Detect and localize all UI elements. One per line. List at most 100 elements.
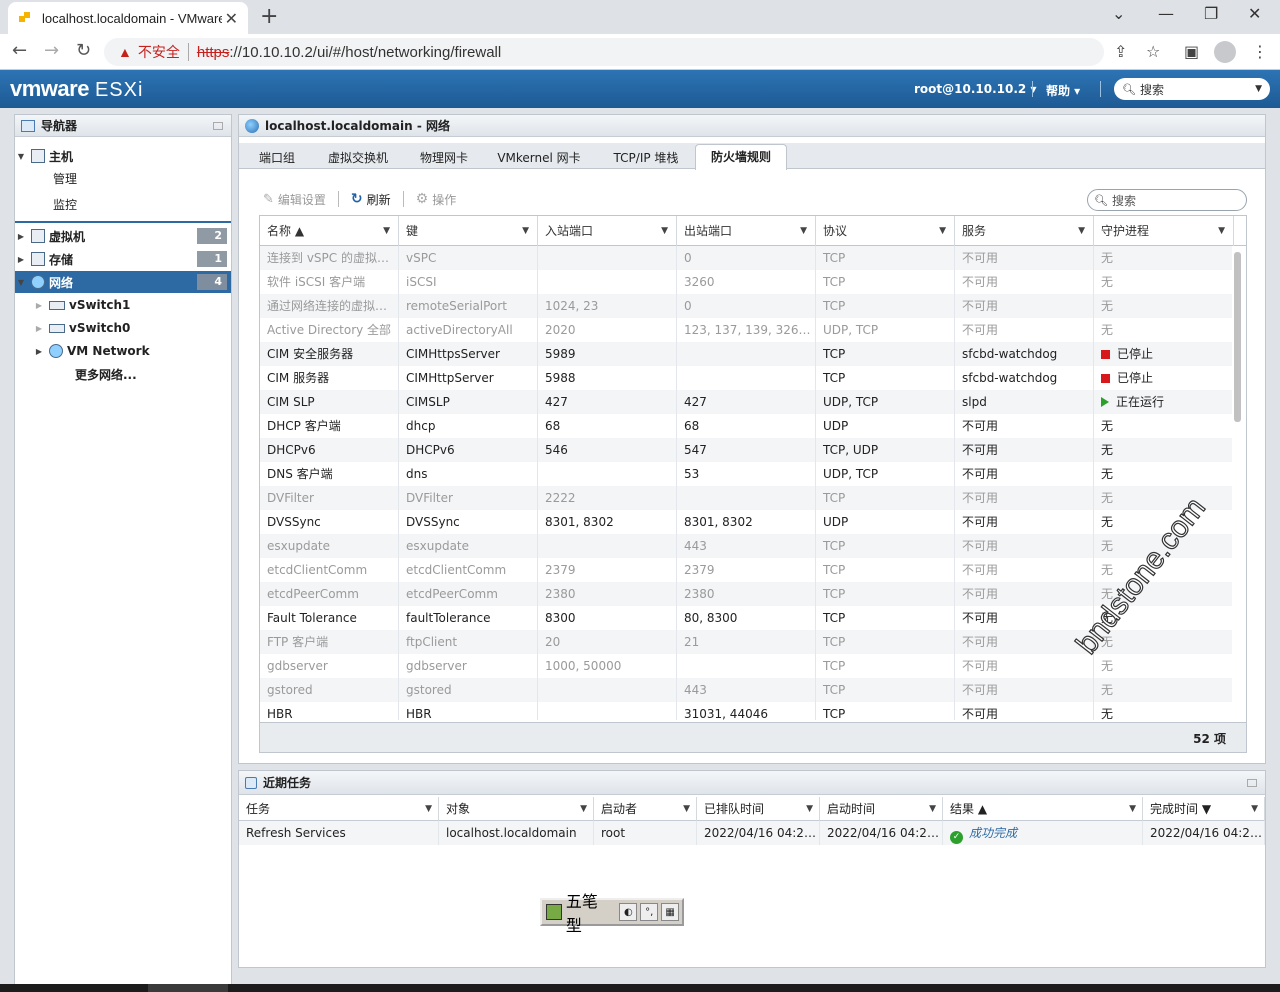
- column-header-daemon[interactable]: 守护进程 ▼: [1094, 216, 1234, 246]
- tab-search-icon[interactable]: ⌄: [1112, 4, 1125, 23]
- tasks-column-initiator[interactable]: 启动者 ▼: [594, 797, 697, 821]
- expand-right-icon[interactable]: ▶: [33, 347, 45, 356]
- bookmark-star-icon[interactable]: ☆: [1146, 42, 1160, 61]
- table-row[interactable]: gdbserver gdbserver 1000, 50000 TCP 不可用无: [260, 654, 1232, 678]
- nav-more-networks[interactable]: 更多网络...: [15, 363, 231, 385]
- chevron-down-icon[interactable]: ▼: [800, 216, 807, 246]
- actions-button[interactable]: ⚙ 操作: [416, 191, 457, 208]
- column-header-out[interactable]: 出站端口 ▼: [677, 216, 816, 246]
- table-row[interactable]: CIM 服务器 CIMHttpServer 5988 TCP sfcbd-watchdo…: [260, 366, 1232, 390]
- table-row[interactable]: 连接到 vSPC 的虚拟机串行端口vSPC 0TCP不可用无: [260, 246, 1232, 270]
- tab-firewall-rules[interactable]: 防火墙规则: [695, 144, 787, 170]
- reload-icon[interactable]: ↻: [76, 40, 91, 61]
- table-row[interactable]: DHCP 客户端 dhcp 68 68 UDP 不可用无: [260, 414, 1232, 438]
- chevron-down-icon[interactable]: ▼: [1078, 216, 1085, 246]
- column-header-key[interactable]: 键 ▼: [399, 216, 538, 246]
- tab-physical-nics[interactable]: 物理网卡: [413, 147, 475, 169]
- expand-right-icon[interactable]: ▶: [33, 324, 45, 333]
- back-icon[interactable]: ←: [12, 40, 27, 61]
- column-header-svc[interactable]: 服务 ▼: [955, 216, 1094, 246]
- table-row[interactable]: HBR HBR 31031, 44046 TCP 不可用无: [260, 702, 1232, 720]
- chevron-down-icon[interactable]: ▼: [580, 797, 587, 821]
- column-header-name[interactable]: 名称 ▲ ▼: [260, 216, 399, 246]
- user-menu[interactable]: root@10.10.10.2 ▾: [914, 82, 1036, 96]
- tab-port-groups[interactable]: 端口组: [251, 147, 303, 169]
- edit-settings-button[interactable]: ✎ 编辑设置: [263, 191, 326, 208]
- table-row[interactable]: DVSSync DVSSync 8301, 8302 8301, 8302 UDP 不可用…: [260, 510, 1232, 534]
- nav-vswitch0[interactable]: ▶ vSwitch0: [15, 317, 231, 339]
- tab-vmkernel-nics[interactable]: VMkernel 网卡: [493, 147, 585, 169]
- minimize-icon[interactable]: —: [1158, 4, 1174, 23]
- nav-storage[interactable]: ▶ 存储 1: [15, 248, 231, 270]
- table-row[interactable]: gstored gstored 443 TCP 不可用无: [260, 678, 1232, 702]
- share-icon[interactable]: ⇪: [1114, 42, 1127, 61]
- tasks-column-result[interactable]: 结果 ▲ ▼: [943, 797, 1143, 821]
- expand-right-icon[interactable]: ▶: [15, 255, 27, 264]
- close-tab-icon[interactable]: ✕: [225, 9, 238, 28]
- header-search[interactable]: 🔍︎ 搜索 ▼: [1114, 78, 1270, 100]
- collapse-icon[interactable]: [213, 121, 223, 130]
- taskbar-button[interactable]: [148, 984, 228, 992]
- nav-manage[interactable]: 管理: [15, 167, 231, 189]
- chevron-down-icon[interactable]: ▼: [383, 216, 390, 246]
- nav-host[interactable]: ▼ 主机: [15, 145, 231, 167]
- table-row[interactable]: etcdPeerComm etcdPeerComm 2380 2380 TCP 不可用无: [260, 582, 1232, 606]
- expand-right-icon[interactable]: ▶: [33, 301, 45, 310]
- chevron-down-icon[interactable]: ▼: [683, 797, 690, 821]
- column-header-proto[interactable]: 协议 ▼: [816, 216, 955, 246]
- firewall-search-input[interactable]: 🔍︎ 搜索: [1087, 189, 1247, 211]
- table-row[interactable]: esxupdate esxupdate 443 TCP 不可用无: [260, 534, 1232, 558]
- chevron-down-icon[interactable]: ▼: [1218, 216, 1225, 246]
- sidebar-icon[interactable]: ▣: [1184, 42, 1199, 61]
- table-row[interactable]: CIM SLP CIMSLP 427 427 UDP, TCP slpd 正在运行: [260, 390, 1232, 414]
- close-window-icon[interactable]: ✕: [1248, 4, 1261, 23]
- chevron-down-icon[interactable]: ▼: [522, 216, 529, 246]
- chevron-down-icon[interactable]: ▼: [425, 797, 432, 821]
- nav-vswitch1[interactable]: ▶ vSwitch1: [15, 294, 231, 316]
- vertical-scrollbar[interactable]: [1234, 252, 1242, 722]
- table-row[interactable]: CIM 安全服务器 CIMHttpsServer 5989 TCP sfcbd-watc…: [260, 342, 1232, 366]
- tab-tcpip-stacks[interactable]: TCP/IP 堆栈: [605, 147, 687, 169]
- chevron-down-icon[interactable]: ▼: [939, 216, 946, 246]
- table-row[interactable]: DNS 客户端 dns 53 UDP, TCP 不可用无: [260, 462, 1232, 486]
- chevron-down-icon[interactable]: ▼: [1129, 797, 1136, 821]
- url-box[interactable]: ▲ 不安全 https ://10.10.10.2/ui/#/host/netw…: [104, 38, 1104, 66]
- nav-networking[interactable]: ▼ 网络 4: [15, 271, 231, 293]
- tasks-column-target[interactable]: 对象 ▼: [439, 797, 594, 821]
- tasks-column-task[interactable]: 任务 ▼: [239, 797, 439, 821]
- collapse-icon[interactable]: [1247, 778, 1257, 787]
- help-menu[interactable]: 帮助 ▾: [1046, 82, 1080, 99]
- table-row[interactable]: Refresh Services localhost.localdomain roo…: [239, 821, 1265, 845]
- nav-vm-network[interactable]: ▶ VM Network: [15, 340, 231, 362]
- menu-icon[interactable]: ⋮: [1252, 42, 1268, 61]
- nav-vms[interactable]: ▶ 虚拟机 2: [15, 225, 231, 247]
- table-row[interactable]: 通过网络连接的虚拟机串行端口remoteSerialPort1024, 230T…: [260, 294, 1232, 318]
- half-width-icon[interactable]: ◐: [619, 903, 638, 921]
- chevron-down-icon[interactable]: ▼: [1251, 797, 1258, 821]
- table-row[interactable]: DVFilter DVFilter 2222 TCP 不可用无: [260, 486, 1232, 510]
- new-tab-icon[interactable]: +: [260, 4, 278, 29]
- punctuation-icon[interactable]: °,: [640, 903, 659, 921]
- tasks-column-completed[interactable]: 完成时间 ▼ ▼: [1143, 797, 1265, 821]
- table-row[interactable]: etcdClientComm etcdClientComm 2379 2379 TCP 不…: [260, 558, 1232, 582]
- table-row[interactable]: Active Directory 全部 activeDirectoryAll 202…: [260, 318, 1232, 342]
- column-header-in[interactable]: 入站端口 ▼: [538, 216, 677, 246]
- ime-toolbar[interactable]: 五笔型 ◐ °, ▦: [540, 892, 684, 935]
- expand-right-icon[interactable]: ▶: [15, 232, 27, 241]
- scrollbar-thumb[interactable]: [1234, 252, 1241, 422]
- table-row[interactable]: 软件 iSCSI 客户端 iSCSI 3260 TCP 不可用无: [260, 270, 1232, 294]
- expand-down-icon[interactable]: ▼: [15, 278, 27, 287]
- tasks-column-queued[interactable]: 已排队时间 ▼: [697, 797, 820, 821]
- restore-icon[interactable]: ❐: [1204, 4, 1218, 23]
- browser-tab[interactable]: localhost.localdomain - VMware ESXi ✕: [8, 2, 248, 34]
- nav-monitor[interactable]: 监控: [15, 193, 231, 215]
- soft-keyboard-icon[interactable]: ▦: [661, 903, 680, 921]
- forward-icon[interactable]: →: [44, 40, 59, 61]
- tab-virtual-switches[interactable]: 虚拟交换机: [321, 147, 395, 169]
- profile-avatar[interactable]: [1214, 41, 1236, 63]
- chevron-down-icon[interactable]: ▼: [661, 216, 668, 246]
- expand-down-icon[interactable]: ▼: [15, 152, 27, 161]
- table-row[interactable]: DHCPv6 DHCPv6 546 547 TCP, UDP 不可用无: [260, 438, 1232, 462]
- chevron-down-icon[interactable]: ▼: [806, 797, 813, 821]
- tasks-column-started[interactable]: 启动时间 ▼: [820, 797, 943, 821]
